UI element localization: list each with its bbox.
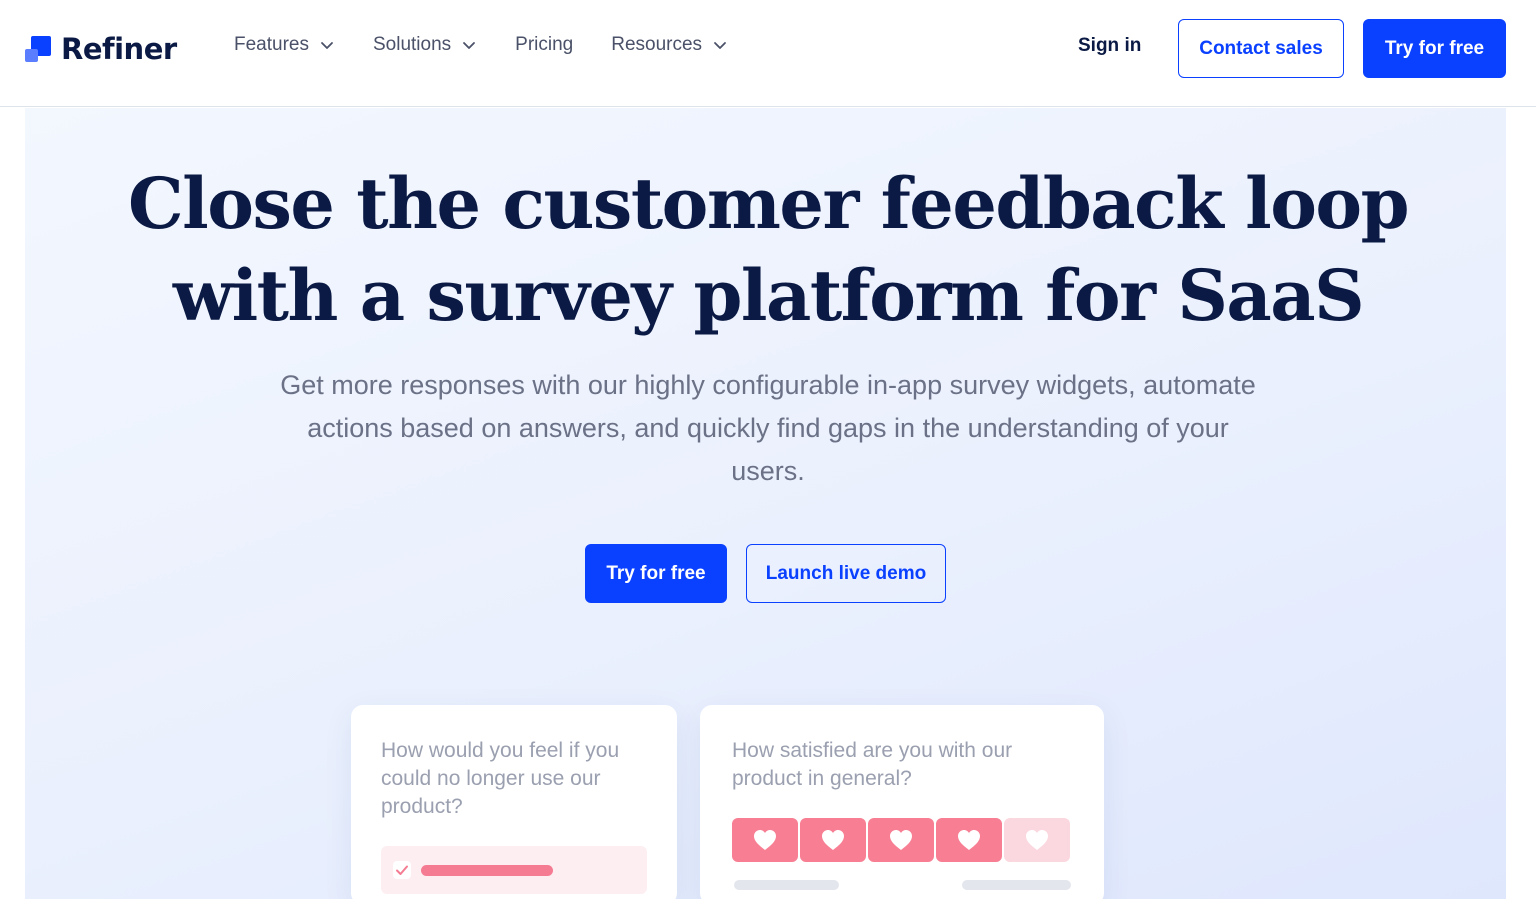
brand-name: Refiner [61, 32, 177, 66]
chevron-down-icon [463, 42, 476, 49]
refiner-logo-icon [25, 36, 51, 62]
heart-rating-4[interactable] [936, 818, 1002, 862]
menu-label: Resources [611, 34, 703, 55]
menu-item-features[interactable]: Features [234, 34, 335, 56]
survey-card-pmf: How would you feel if you could no longe… [351, 705, 677, 899]
headline-line-2: with a survey platform for SaaS [172, 254, 1365, 337]
menu-item-pricing[interactable]: Pricing [515, 34, 573, 56]
hero-subheading: Get more responses with our highly confi… [280, 370, 1256, 486]
menu-label: Features [234, 34, 309, 55]
heart-rating-2[interactable] [800, 818, 866, 862]
scale-label-placeholder-left [734, 880, 839, 890]
menu-label: Pricing [515, 34, 574, 55]
survey-question: How satisfied are you with our product i… [732, 739, 1013, 790]
main-menu: Features Solutions Pricing Resources [234, 34, 766, 56]
nav-try-free-button[interactable]: Try for free [1363, 19, 1506, 78]
answer-placeholder-bar [421, 865, 553, 876]
hero-headline: Close the customer feedback loop with a … [0, 158, 1536, 342]
hero-try-free-button[interactable]: Try for free [585, 544, 727, 603]
menu-item-resources[interactable]: Resources [611, 34, 728, 56]
menu-label: Solutions [372, 34, 452, 55]
heart-icon [822, 830, 844, 850]
brand-logo[interactable]: Refiner [25, 32, 177, 66]
survey-answer-option[interactable] [381, 846, 647, 894]
scale-label-placeholder-right [962, 880, 1071, 890]
survey-question: How would you feel if you could no longe… [381, 739, 620, 818]
chevron-down-icon [321, 42, 333, 49]
heart-rating-1[interactable] [732, 818, 798, 862]
survey-card-satisfaction: How satisfied are you with our product i… [700, 705, 1104, 899]
headline-line-1: Close the customer feedback loop [127, 162, 1410, 245]
heart-icon [890, 830, 912, 850]
heart-rating-scale [732, 818, 1072, 862]
heart-rating-5[interactable] [1004, 818, 1070, 862]
heart-icon [1026, 830, 1048, 850]
top-navbar: Refiner Features Solutions Pricing Resou… [0, 0, 1536, 107]
heart-rating-3[interactable] [868, 818, 934, 862]
chevron-down-icon [714, 42, 726, 49]
launch-demo-button[interactable]: Launch live demo [746, 544, 946, 603]
heart-icon [958, 830, 980, 850]
menu-item-solutions[interactable]: Solutions [373, 34, 477, 56]
contact-sales-button[interactable]: Contact sales [1178, 19, 1344, 78]
checkmark-icon [393, 861, 411, 879]
heart-icon [754, 830, 776, 850]
sign-in-link[interactable]: Sign in [1078, 35, 1141, 57]
